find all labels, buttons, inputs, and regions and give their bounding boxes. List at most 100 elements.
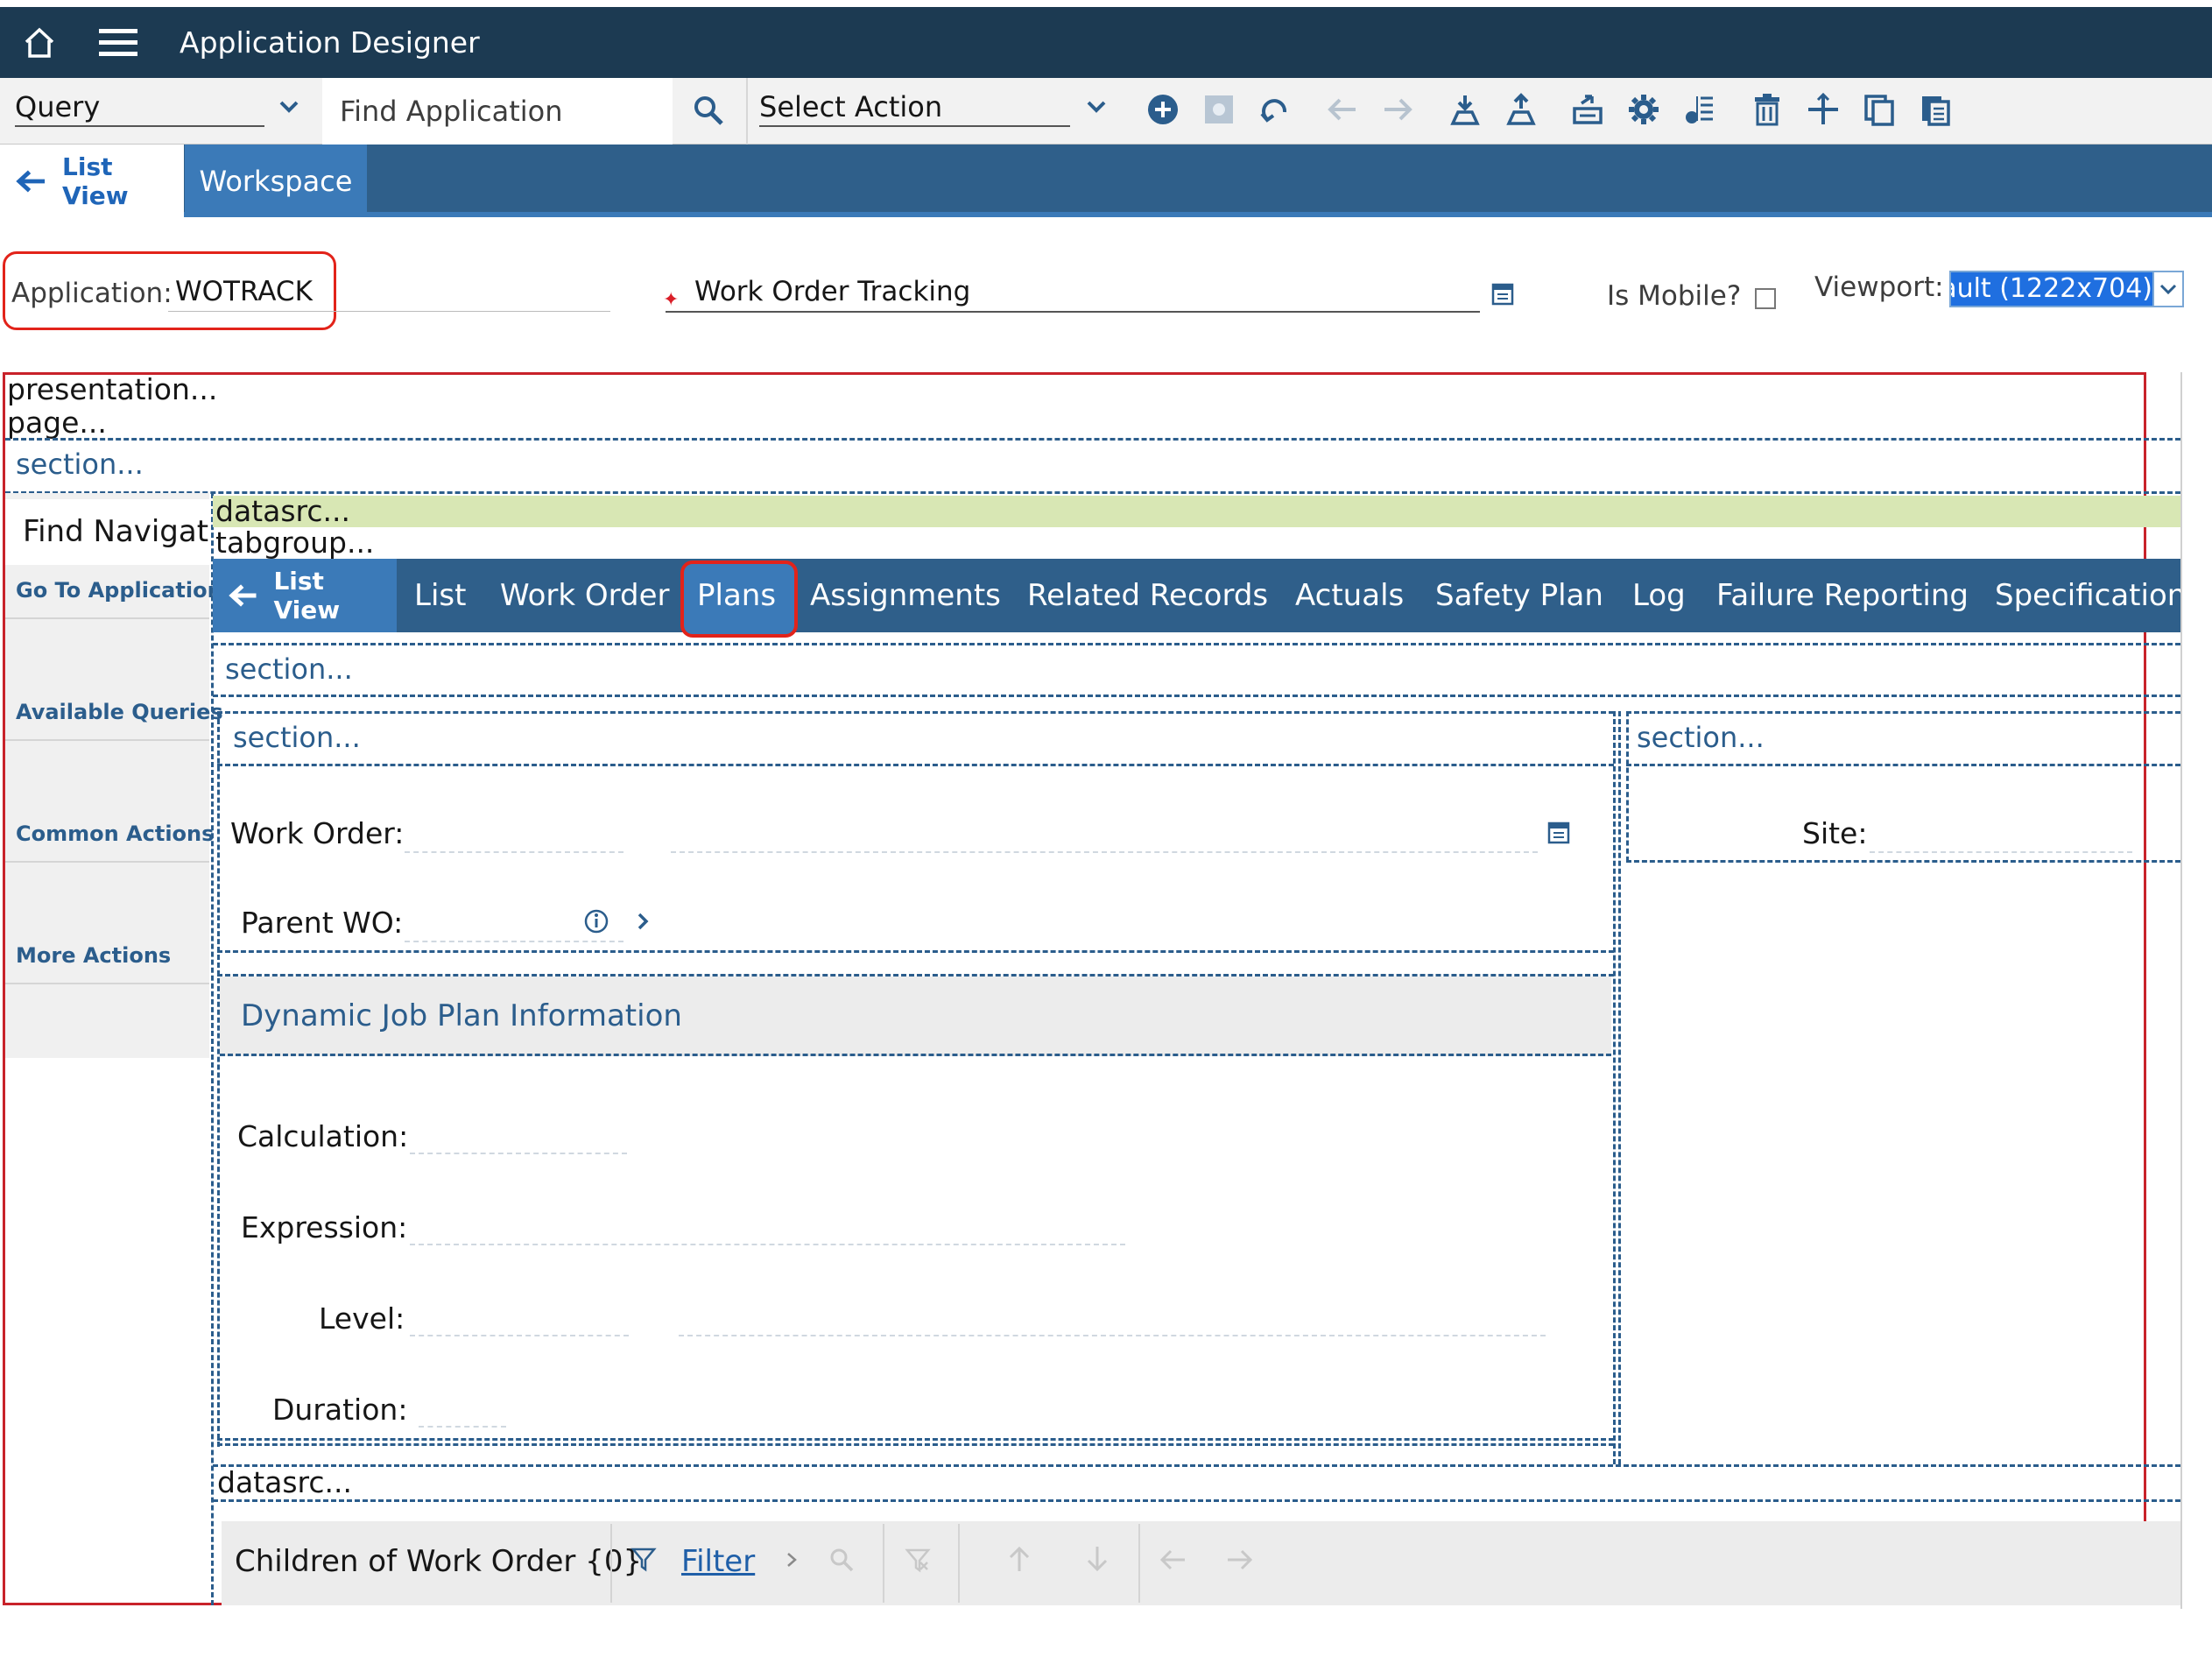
- tab-related-records[interactable]: Related Records: [1027, 559, 1268, 632]
- arrow-up-icon[interactable]: [1006, 1545, 1032, 1576]
- query-dropdown[interactable]: Query: [15, 88, 264, 127]
- previous-icon[interactable]: [1325, 92, 1360, 127]
- jobplan-title[interactable]: Dynamic Job Plan Information: [241, 998, 682, 1033]
- clear-filter-icon[interactable]: [905, 1547, 931, 1576]
- title-bar: Application Designer: [0, 7, 2212, 78]
- home-icon[interactable]: [0, 7, 79, 78]
- section-border: [213, 1499, 2180, 1502]
- tab-specifications[interactable]: Specifications: [1995, 559, 2180, 632]
- toolbar: Query Find Application Select Action: [0, 78, 2212, 145]
- viewport-select[interactable]: Default (1222x704): [1949, 271, 2184, 307]
- level-input[interactable]: [410, 1335, 629, 1336]
- arrow-right-icon[interactable]: [1226, 1547, 1254, 1576]
- paste-icon[interactable]: [1918, 92, 1953, 127]
- section-control[interactable]: section...: [225, 652, 353, 686]
- work-order-description-input[interactable]: [671, 851, 1538, 853]
- divider: [5, 739, 209, 741]
- new-record-icon[interactable]: [1145, 92, 1180, 127]
- level-label: Level:: [319, 1301, 405, 1336]
- viewport-value: Default (1222x704): [1951, 272, 2152, 306]
- calculation-input[interactable]: [410, 1153, 627, 1154]
- tab-list[interactable]: List: [414, 559, 466, 632]
- tab-plans[interactable]: Plans: [697, 559, 776, 632]
- parent-wo-label: Parent WO:: [241, 906, 404, 940]
- site-input[interactable]: [1870, 851, 2132, 853]
- page-control[interactable]: page...: [7, 405, 107, 440]
- divider: [883, 1524, 884, 1603]
- chevron-down-icon[interactable]: [2152, 272, 2182, 306]
- nav-more-actions[interactable]: More Actions: [16, 943, 171, 968]
- long-description-icon[interactable]: [1547, 821, 1570, 848]
- is-mobile-label: Is Mobile?: [1607, 280, 1742, 312]
- parent-wo-input[interactable]: [405, 941, 623, 942]
- tabgroup-control[interactable]: tabgroup...: [215, 525, 374, 560]
- tab-safety-plan[interactable]: Safety Plan: [1435, 559, 1603, 632]
- tab-list-view[interactable]: List View: [0, 145, 184, 217]
- datasrc-highlight: [213, 496, 2180, 527]
- filter-icon[interactable]: [630, 1546, 657, 1576]
- application-input[interactable]: WOTRACK: [175, 276, 313, 307]
- divider: [958, 1524, 960, 1603]
- export-icon[interactable]: [1504, 92, 1539, 127]
- level-description-input[interactable]: [679, 1335, 1546, 1336]
- nav-common-actions[interactable]: Common Actions: [16, 821, 214, 846]
- section-control[interactable]: section...: [16, 448, 144, 481]
- section-border: [1626, 711, 1629, 862]
- toggle-all-icon[interactable]: [1682, 92, 1717, 127]
- chevron-down-icon[interactable]: [276, 94, 302, 123]
- filter-link[interactable]: Filter: [681, 1544, 755, 1579]
- expression-input[interactable]: [410, 1244, 1125, 1245]
- arrow-down-icon[interactable]: [1084, 1545, 1110, 1576]
- tab-list-view[interactable]: List View: [213, 559, 397, 632]
- description-input[interactable]: Work Order Tracking: [694, 276, 970, 307]
- save-icon[interactable]: [1201, 92, 1236, 127]
- datasrc-control-bottom[interactable]: datasrc...: [217, 1465, 352, 1499]
- work-order-label: Work Order:: [230, 816, 405, 850]
- presentation-control[interactable]: presentation...: [7, 372, 217, 406]
- long-description-icon[interactable]: [1491, 283, 1514, 309]
- delete-icon[interactable]: [1750, 92, 1785, 127]
- section-left-control[interactable]: section...: [233, 721, 361, 754]
- tab-assignments[interactable]: Assignments: [810, 559, 1001, 632]
- search-icon[interactable]: [828, 1547, 855, 1576]
- section-border: [217, 711, 1614, 714]
- info-icon[interactable]: [583, 908, 609, 938]
- section-border: [1626, 860, 2180, 863]
- site-label: Site:: [1802, 816, 1868, 850]
- nav-available-queries[interactable]: Available Queries: [16, 700, 223, 724]
- required-icon: ✦: [663, 289, 680, 311]
- back-arrow-icon: [229, 584, 257, 607]
- tab-work-order[interactable]: Work Order: [500, 559, 670, 632]
- import-icon[interactable]: [1448, 92, 1483, 127]
- next-icon[interactable]: [1380, 92, 1415, 127]
- application-label: Application:: [11, 278, 173, 309]
- find-navigation-input[interactable]: Find Navigation: [5, 499, 209, 565]
- copy-icon[interactable]: [1862, 92, 1897, 127]
- chevron-right-icon[interactable]: [784, 1549, 800, 1574]
- chevron-right-icon[interactable]: [634, 911, 652, 935]
- hamburger-menu-icon[interactable]: [79, 7, 158, 78]
- duration-input[interactable]: [419, 1426, 506, 1428]
- tab-workspace[interactable]: Workspace: [185, 145, 367, 217]
- select-action-dropdown[interactable]: Select Action: [759, 88, 1070, 127]
- is-mobile-checkbox[interactable]: [1755, 288, 1776, 309]
- tab-actuals[interactable]: Actuals: [1295, 559, 1404, 632]
- nav-go-to-applications[interactable]: Go To Applications: [16, 578, 235, 603]
- move-icon[interactable]: [1806, 92, 1841, 127]
- section-border: [217, 950, 1614, 953]
- arrow-left-icon[interactable]: [1159, 1547, 1187, 1576]
- export-system-xml-icon[interactable]: [1570, 92, 1605, 127]
- datasrc-control[interactable]: datasrc...: [215, 494, 350, 528]
- search-icon[interactable]: [692, 94, 725, 130]
- undo-icon[interactable]: [1257, 92, 1293, 127]
- viewport-label: Viewport:: [1814, 271, 1944, 303]
- tab-log[interactable]: Log: [1632, 559, 1686, 632]
- divider: [1138, 1524, 1140, 1603]
- settings-icon[interactable]: [1626, 92, 1661, 127]
- tab-failure-reporting[interactable]: Failure Reporting: [1716, 559, 1969, 632]
- chevron-down-icon[interactable]: [1083, 94, 1110, 123]
- tab-list-view-label: List View: [62, 152, 129, 210]
- section-right-control[interactable]: section...: [1637, 721, 1765, 754]
- work-order-input[interactable]: [405, 851, 623, 853]
- find-application-input[interactable]: Find Application: [322, 78, 673, 145]
